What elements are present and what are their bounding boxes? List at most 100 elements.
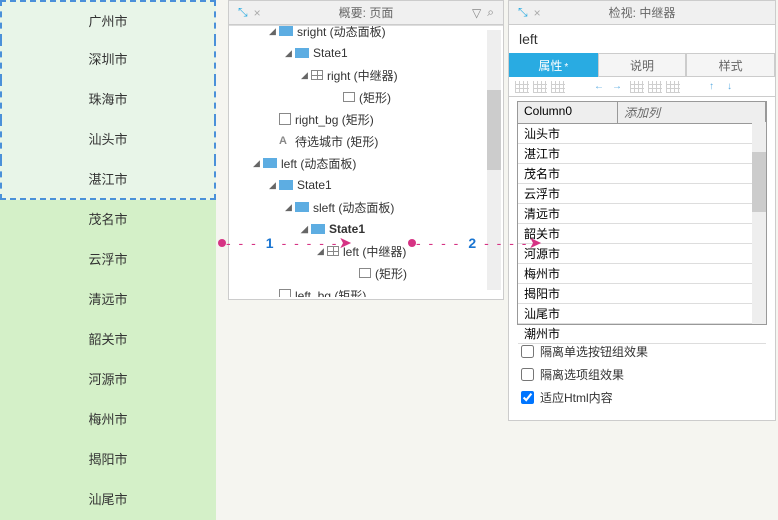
- outline-row[interactable]: ◢ State1: [229, 174, 503, 196]
- tree-toggle-icon[interactable]: ◢: [269, 26, 279, 37]
- outline-header: ⤡ × 概要: 页面 ▽ ⌕: [229, 1, 503, 25]
- tab-style[interactable]: 样式: [686, 53, 775, 77]
- grid-icon[interactable]: [666, 81, 680, 93]
- city-item[interactable]: 揭阳市: [0, 440, 216, 480]
- search-icon[interactable]: ⌕: [487, 5, 494, 20]
- tree-toggle-icon[interactable]: ◢: [285, 202, 295, 213]
- grid-icon[interactable]: [515, 81, 529, 93]
- outline-row[interactable]: (矩形): [229, 86, 503, 108]
- city-item[interactable]: 茂名市: [0, 200, 216, 240]
- grid-icon[interactable]: [533, 81, 547, 93]
- city-item[interactable]: 汕尾市: [0, 480, 216, 520]
- table-row[interactable]: 韶关市: [518, 224, 766, 244]
- dynamic-panel-icon: [279, 26, 293, 36]
- close-icon[interactable]: ×: [254, 6, 261, 20]
- grid-icon[interactable]: [551, 81, 565, 93]
- outline-label: State1: [313, 46, 348, 60]
- rectangle-icon: [359, 268, 371, 278]
- inspector-panel: ⤡ × 检视: 中继器 left 属性* 说明 样式 ← → ↑ ↓ Colum…: [508, 0, 776, 421]
- dynamic-panel-icon: [295, 202, 309, 212]
- tab-properties[interactable]: 属性*: [509, 53, 598, 77]
- outline-row[interactable]: ◢ State1: [229, 42, 503, 64]
- add-column[interactable]: 添加列: [618, 102, 766, 123]
- close-icon[interactable]: ×: [534, 6, 541, 20]
- table-row[interactable]: 潮州市: [518, 324, 766, 344]
- dynamic-panel-icon: [263, 158, 277, 168]
- outline-panel: ⤡ × 概要: 页面 ▽ ⌕ ◢sright (动态面板)◢State1◢rig…: [228, 0, 504, 300]
- table-row[interactable]: 云浮市: [518, 184, 766, 204]
- city-list: 广州市深圳市珠海市汕头市湛江市茂名市云浮市清远市韶关市河源市梅州市揭阳市汕尾市: [0, 0, 216, 520]
- text-icon: A: [279, 135, 293, 147]
- outline-label: left (动态面板): [281, 155, 356, 172]
- outline-row[interactable]: ◢ left (动态面板): [229, 152, 503, 174]
- city-item[interactable]: 韶关市: [0, 320, 216, 360]
- inspector-title: 检视: 中继器: [509, 4, 775, 21]
- option-isolate-select[interactable]: 隔离选项组效果: [521, 366, 763, 383]
- inspector-tabs: 属性* 说明 样式: [509, 53, 775, 77]
- rectangle-icon: [343, 92, 355, 102]
- option-fit-html[interactable]: 适应Html内容: [521, 389, 763, 406]
- table-row[interactable]: 清远市: [518, 204, 766, 224]
- column-header[interactable]: Column0: [518, 102, 618, 123]
- tab-notes[interactable]: 说明: [598, 53, 687, 77]
- outline-row[interactable]: (矩形): [229, 262, 503, 284]
- move-down-icon[interactable]: ↓: [727, 81, 741, 93]
- table-row[interactable]: 梅州市: [518, 264, 766, 284]
- outline-tree[interactable]: ◢sright (动态面板)◢State1◢right (中继器)(矩形)rig…: [229, 25, 503, 297]
- annotation-arrow-1: - - - 1 - - - - -➤: [218, 233, 352, 253]
- tree-toggle-icon[interactable]: ◢: [253, 158, 263, 169]
- table-row[interactable]: 揭阳市: [518, 284, 766, 304]
- repeater-toolbar: ← → ↑ ↓: [509, 77, 775, 97]
- tree-toggle-icon[interactable]: ◢: [269, 180, 279, 191]
- table-row[interactable]: 汕尾市: [518, 304, 766, 324]
- dynamic-panel-icon: [295, 48, 309, 58]
- outline-label: sleft (动态面板): [313, 199, 394, 216]
- option-isolate-radio[interactable]: 隔离单选按钮组效果: [521, 343, 763, 360]
- outline-row[interactable]: ◢ sleft (动态面板): [229, 196, 503, 218]
- move-up-icon[interactable]: ↑: [709, 81, 723, 93]
- outline-row[interactable]: A待选城市 (矩形): [229, 130, 503, 152]
- move-right-icon[interactable]: →: [612, 81, 626, 93]
- dynamic-panel-icon: [279, 180, 293, 190]
- repeater-icon: [311, 70, 323, 80]
- city-item[interactable]: 梅州市: [0, 400, 216, 440]
- annotation-arrow-2: - - - - 2 - - - -➤: [408, 233, 542, 253]
- repeater-data-table[interactable]: Column0 添加列 汕头市湛江市茂名市云浮市清远市韶关市河源市梅州市揭阳市汕…: [517, 101, 767, 325]
- outline-row[interactable]: right_bg (矩形): [229, 108, 503, 130]
- outline-title: 概要: 页面: [229, 4, 503, 21]
- city-item[interactable]: 珠海市: [0, 80, 216, 120]
- checkbox-icon: [279, 113, 291, 125]
- city-item[interactable]: 湛江市: [0, 160, 216, 200]
- city-item[interactable]: 广州市: [0, 0, 216, 40]
- target-name: left: [509, 25, 775, 53]
- city-item[interactable]: 清远市: [0, 280, 216, 320]
- outline-label: right (中继器): [327, 67, 398, 84]
- collapse-icon[interactable]: ⤡: [238, 5, 248, 20]
- filter-icon[interactable]: ▽: [472, 6, 481, 20]
- collapse-icon[interactable]: ⤡: [518, 5, 528, 20]
- tree-toggle-icon[interactable]: ◢: [285, 48, 295, 59]
- checkbox-icon: [279, 289, 291, 297]
- table-row[interactable]: 茂名市: [518, 164, 766, 184]
- outline-label: (矩形): [375, 265, 407, 282]
- grid-icon[interactable]: [630, 81, 644, 93]
- table-row[interactable]: 汕头市: [518, 124, 766, 144]
- tree-toggle-icon[interactable]: ◢: [301, 70, 311, 81]
- table-scrollbar[interactable]: [752, 122, 766, 324]
- table-row[interactable]: 河源市: [518, 244, 766, 264]
- city-item[interactable]: 河源市: [0, 360, 216, 400]
- table-row[interactable]: 湛江市: [518, 144, 766, 164]
- city-item[interactable]: 汕头市: [0, 120, 216, 160]
- outline-row[interactable]: left_bg (矩形): [229, 284, 503, 297]
- move-left-icon[interactable]: ←: [594, 81, 608, 93]
- outline-row[interactable]: ◢ sright (动态面板): [229, 25, 503, 42]
- outline-label: State1: [297, 178, 332, 192]
- outline-row[interactable]: ◢ right (中继器): [229, 64, 503, 86]
- outline-label: sright (动态面板): [297, 25, 386, 40]
- table-header: Column0 添加列: [518, 102, 766, 124]
- city-item[interactable]: 云浮市: [0, 240, 216, 280]
- inspector-header: ⤡ × 检视: 中继器: [509, 1, 775, 25]
- grid-icon[interactable]: [648, 81, 662, 93]
- outline-label: 待选城市 (矩形): [295, 133, 378, 150]
- city-item[interactable]: 深圳市: [0, 40, 216, 80]
